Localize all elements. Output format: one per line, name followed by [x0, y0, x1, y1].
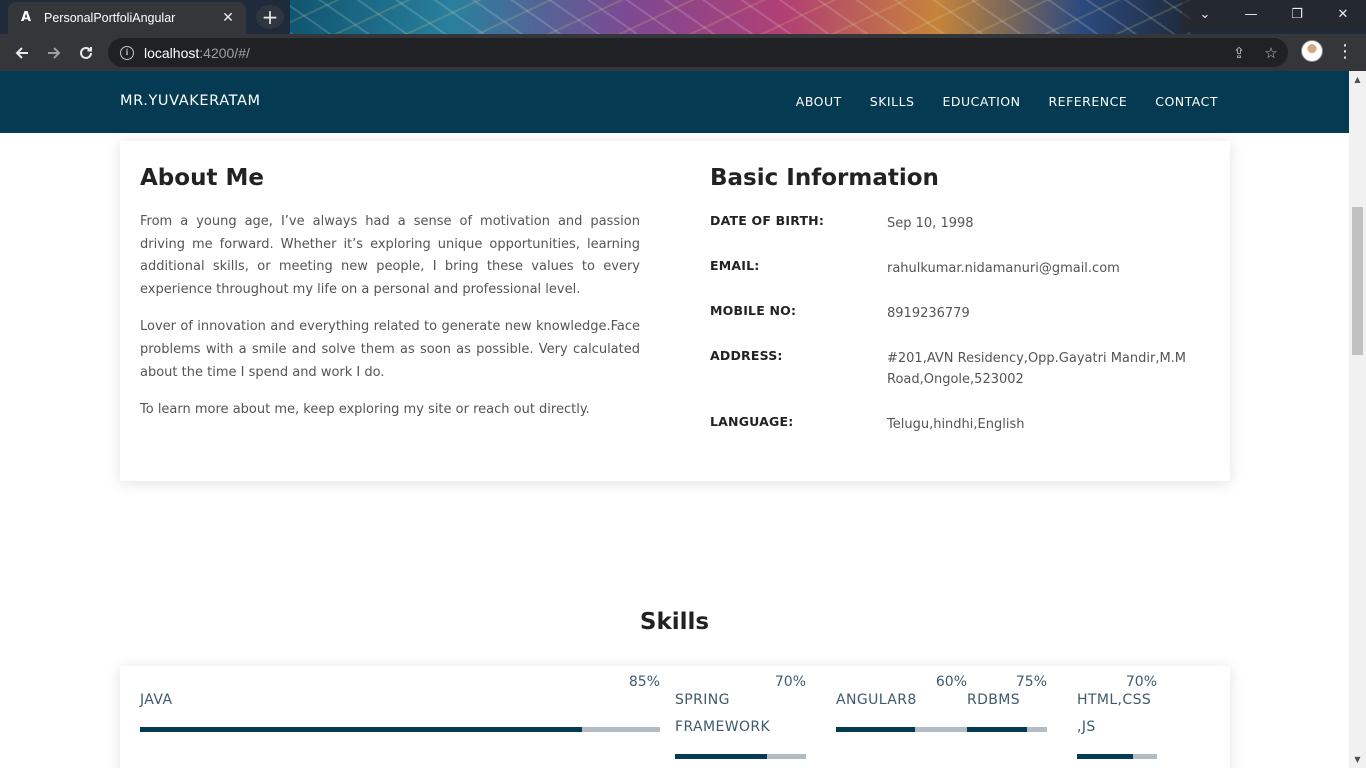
scrollbar-thumb[interactable]: [1352, 207, 1363, 355]
about-title: About Me: [140, 165, 264, 191]
forward-arrow-icon[interactable]: [38, 37, 70, 69]
browser-toolbar: i localhost:4200/#/ ⇪ ☆ ⋮: [0, 34, 1366, 71]
skill-name: HTML,CSS ,JS: [1077, 692, 1152, 735]
info-value: #201,AVN Residency,Opp.Gayatri Mandir,M.…: [887, 351, 1187, 387]
minimize-icon[interactable]: —: [1228, 0, 1274, 30]
skill-angular: ANGULAR8 60%: [836, 674, 967, 732]
site-info-icon[interactable]: i: [120, 45, 134, 60]
skill-bar-fill: [140, 727, 582, 732]
skills-title: Skills: [639, 609, 710, 635]
info-label: MOBILE NO:: [710, 303, 797, 318]
info-value: 8919236779: [887, 306, 970, 321]
skill-bar-track: [1077, 754, 1157, 759]
skill-name: RDBMS: [967, 692, 1021, 708]
skill-percent: 75%: [1015, 674, 1047, 690]
scroll-up-arrow-icon[interactable]: ▲: [1349, 71, 1366, 88]
skill-percent: 85%: [628, 674, 660, 690]
nav-links: ABOUT SKILLS EDUCATION REFERENCE CONTACT: [796, 94, 1218, 109]
skills-card: JAVA 85% SPRING FRAMEWORK 70% ANGULAR8 6…: [120, 666, 1230, 768]
info-label: EMAIL:: [710, 258, 760, 273]
skill-percent: 70%: [1125, 674, 1157, 690]
scroll-down-arrow-icon[interactable]: ▼: [1349, 751, 1366, 768]
url-text: localhost:4200/#/: [144, 44, 250, 61]
skill-percent: 70%: [774, 674, 806, 690]
tab-close-icon[interactable]: ✕: [220, 10, 236, 26]
about-paragraph: From a young age, I’ve always had a sens…: [140, 214, 640, 297]
info-value: Telugu,hindhi,English: [887, 417, 1025, 432]
info-row-dob: DATE OF BIRTH: Sep 10, 1998: [710, 213, 1217, 234]
browser-tab-strip: A PersonalPortfoliAngular ✕ + ⌄ — ❐ ✕: [0, 0, 1366, 34]
nav-link-education[interactable]: EDUCATION: [942, 94, 1020, 109]
about-paragraph: Lover of innovation and everything relat…: [140, 319, 640, 380]
basic-info-title: Basic Information: [710, 165, 939, 191]
new-tab-button[interactable]: +: [256, 5, 284, 29]
address-bar[interactable]: i localhost:4200/#/ ⇪ ☆: [108, 38, 1288, 67]
info-row-address: ADDRESS: #201,AVN Residency,Opp.Gayatri …: [710, 348, 1217, 390]
profile-avatar[interactable]: [1301, 40, 1323, 62]
tab-search-icon[interactable]: ⌄: [1182, 0, 1228, 30]
close-window-icon[interactable]: ✕: [1320, 0, 1366, 30]
about-card: About Me From a young age, I’ve always h…: [120, 141, 1230, 481]
skill-bar-track: [836, 727, 967, 732]
skill-name: ANGULAR8: [836, 692, 917, 708]
skill-html-css-js: HTML,CSS ,JS 70%: [1077, 674, 1157, 759]
browser-tab[interactable]: A PersonalPortfoliAngular ✕: [8, 2, 246, 34]
nav-link-contact[interactable]: CONTACT: [1155, 94, 1218, 109]
restore-icon[interactable]: ❐: [1274, 0, 1320, 30]
skill-bar-fill: [967, 727, 1027, 732]
page-scrollbar[interactable]: ▲ ▼: [1349, 71, 1366, 768]
about-text: From a young age, I’ve always had a sens…: [140, 211, 640, 437]
skill-bar-fill: [675, 754, 767, 759]
skill-bar-track: [675, 754, 806, 759]
tab-title: PersonalPortfoliAngular: [44, 11, 176, 25]
skill-percent: 60%: [935, 674, 967, 690]
info-row-mobile: MOBILE NO: 8919236779: [710, 303, 1217, 324]
skill-java: JAVA 85%: [140, 674, 660, 732]
skill-bar-fill: [836, 727, 915, 732]
skill-bar-fill: [1077, 754, 1133, 759]
site-brand[interactable]: MR.YUVAKERATAM: [120, 93, 261, 109]
nav-link-skills[interactable]: SKILLS: [870, 94, 915, 109]
skill-bar-track: [967, 727, 1047, 732]
skill-bar-track: [140, 727, 660, 732]
about-paragraph: To learn more about me, keep exploring m…: [140, 402, 590, 418]
info-label: DATE OF BIRTH:: [710, 213, 825, 228]
info-row-language: LANGUAGE: Telugu,hindhi,English: [710, 414, 1217, 435]
nav-link-reference[interactable]: REFERENCE: [1048, 94, 1127, 109]
browser-menu-icon[interactable]: ⋮: [1336, 38, 1354, 66]
skill-name: SPRING FRAMEWORK: [675, 692, 771, 735]
site-navbar: MR.YUVAKERATAM ABOUT SKILLS EDUCATION RE…: [0, 71, 1349, 133]
window-controls: ⌄ — ❐ ✕: [1182, 0, 1366, 30]
page-viewport: MR.YUVAKERATAM ABOUT SKILLS EDUCATION RE…: [0, 71, 1349, 768]
info-label: LANGUAGE:: [710, 414, 794, 429]
info-value: Sep 10, 1998: [887, 216, 974, 231]
browser-theme-artwork: [290, 0, 1190, 34]
skill-rdbms: RDBMS 75%: [967, 674, 1047, 732]
info-value: rahulkumar.nidamanuri@gmail.com: [887, 261, 1120, 276]
bookmark-star-icon[interactable]: ☆: [1262, 44, 1280, 62]
info-row-email: EMAIL: rahulkumar.nidamanuri@gmail.com: [710, 258, 1217, 279]
skill-name: JAVA: [140, 692, 173, 708]
reload-icon[interactable]: [70, 37, 102, 69]
share-icon[interactable]: ⇪: [1230, 44, 1248, 62]
back-arrow-icon[interactable]: [6, 37, 38, 69]
angular-favicon-icon: A: [20, 10, 32, 25]
nav-link-about[interactable]: ABOUT: [796, 94, 842, 109]
info-label: ADDRESS:: [710, 348, 783, 363]
skill-spring: SPRING FRAMEWORK 70%: [675, 674, 806, 759]
